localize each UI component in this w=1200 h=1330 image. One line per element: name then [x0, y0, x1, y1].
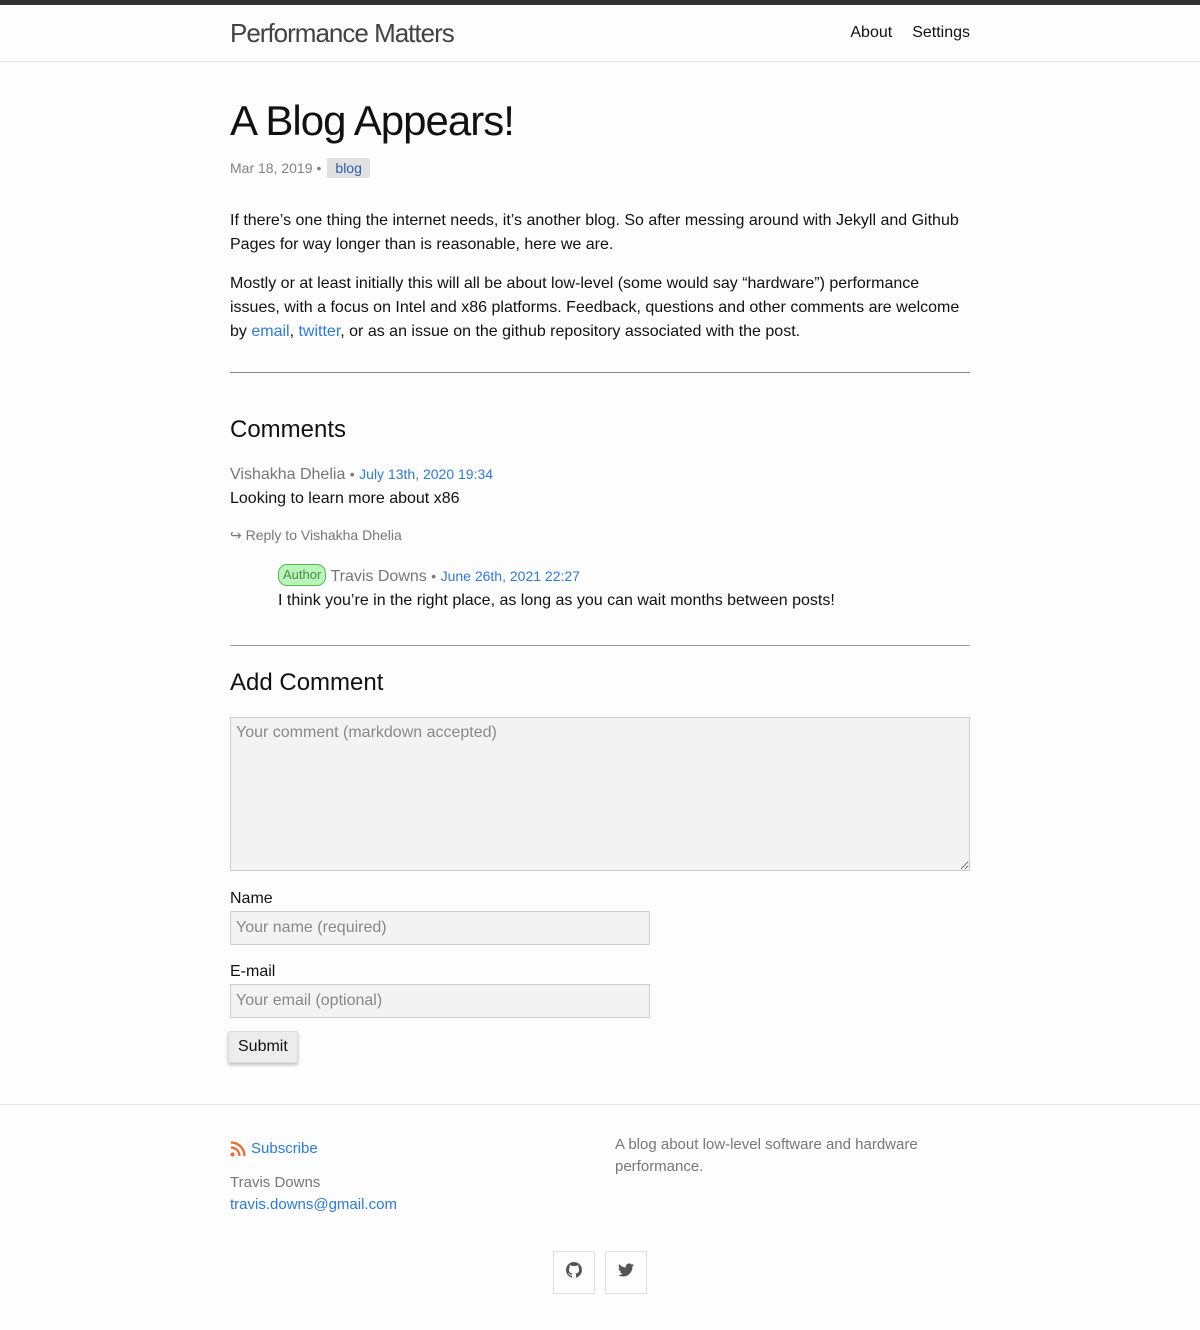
- post-content: If there’s one thing the internet needs,…: [230, 209, 970, 344]
- rss-icon: [230, 1140, 246, 1157]
- email-input[interactable]: [230, 984, 650, 1018]
- comment-textarea[interactable]: [230, 717, 970, 871]
- name-input[interactable]: [230, 911, 650, 945]
- email-link[interactable]: email: [251, 323, 289, 340]
- site-footer: Subscribe Travis Downs travis.downs@gmai…: [0, 1104, 1200, 1294]
- post: A Blog Appears! Mar 18, 2019 • blog If t…: [230, 94, 970, 344]
- post-paragraph-1: If there’s one thing the internet needs,…: [230, 212, 959, 253]
- post-paragraph-2: Mostly or at least initially this will a…: [230, 272, 970, 344]
- comments-heading: Comments: [230, 416, 347, 443]
- site-nav: About Settings: [850, 24, 970, 42]
- comment-reply: Author Travis Downs • June 26th, 2021 22…: [278, 564, 970, 613]
- social-links: [230, 1251, 970, 1294]
- subscribe-link[interactable]: Subscribe: [230, 1140, 615, 1157]
- comment-body: Looking to learn more about x86: [230, 490, 460, 507]
- post-title: A Blog Appears!: [230, 97, 515, 144]
- comments-section: Comments Vishakha Dhelia • July 13th, 20…: [230, 415, 970, 613]
- author-badge: Author: [278, 564, 327, 587]
- footer-left: Subscribe Travis Downs travis.downs@gmai…: [230, 1137, 615, 1216]
- twitter-link[interactable]: twitter: [298, 323, 340, 340]
- comment-author: Travis Downs: [330, 568, 427, 585]
- twitter-icon: [618, 1263, 634, 1282]
- comment-form: Name E-mail Submit: [228, 717, 970, 1063]
- footer-author-name: Travis Downs: [230, 1174, 321, 1191]
- add-comment-heading: Add Comment: [230, 669, 384, 696]
- post-date: Mar 18, 2019: [230, 160, 313, 176]
- comment-separator: •: [349, 466, 355, 482]
- comment-date-link[interactable]: June 26th, 2021 22:27: [441, 568, 580, 584]
- site-title[interactable]: Performance Matters: [230, 6, 455, 60]
- comment-header: Author Travis Downs • June 26th, 2021 22…: [278, 564, 970, 589]
- submit-button[interactable]: Submit: [228, 1031, 298, 1063]
- paragraph-text: , or as an issue on the github repositor…: [340, 323, 801, 340]
- divider: [230, 372, 970, 373]
- comment-header: Vishakha Dhelia • July 13th, 2020 19:34: [230, 462, 970, 487]
- comment-date-link[interactable]: July 13th, 2020 19:34: [359, 466, 493, 482]
- reply-button[interactable]: ↪ Reply to Vishakha Dhelia: [230, 525, 970, 545]
- add-comment-section: Add Comment Name E-mail Submit: [228, 668, 970, 1063]
- main-content: A Blog Appears! Mar 18, 2019 • blog If t…: [228, 94, 970, 1063]
- email-label: E-mail: [230, 963, 276, 980]
- comment-separator: •: [431, 568, 437, 584]
- post-meta: Mar 18, 2019 • blog: [230, 157, 970, 179]
- comment: Vishakha Dhelia • July 13th, 2020 19:34 …: [230, 462, 970, 613]
- nav-settings-link[interactable]: Settings: [912, 24, 970, 42]
- footer-email-link[interactable]: travis.downs@gmail.com: [230, 1196, 397, 1213]
- nav-about-link[interactable]: About: [850, 24, 892, 42]
- site-header: Performance Matters About Settings: [0, 5, 1200, 62]
- divider: [230, 645, 970, 646]
- comment-body: I think you’re in the right place, as lo…: [278, 592, 835, 609]
- subscribe-label: Subscribe: [251, 1140, 318, 1157]
- comment-author: Vishakha Dhelia: [230, 466, 346, 483]
- twitter-button[interactable]: [605, 1251, 647, 1294]
- github-icon: [566, 1262, 582, 1283]
- meta-separator: •: [316, 160, 322, 176]
- footer-description: A blog about low-level software and hard…: [615, 1136, 918, 1175]
- name-label: Name: [230, 890, 273, 907]
- tag-blog[interactable]: blog: [327, 158, 370, 178]
- github-button[interactable]: [553, 1251, 595, 1294]
